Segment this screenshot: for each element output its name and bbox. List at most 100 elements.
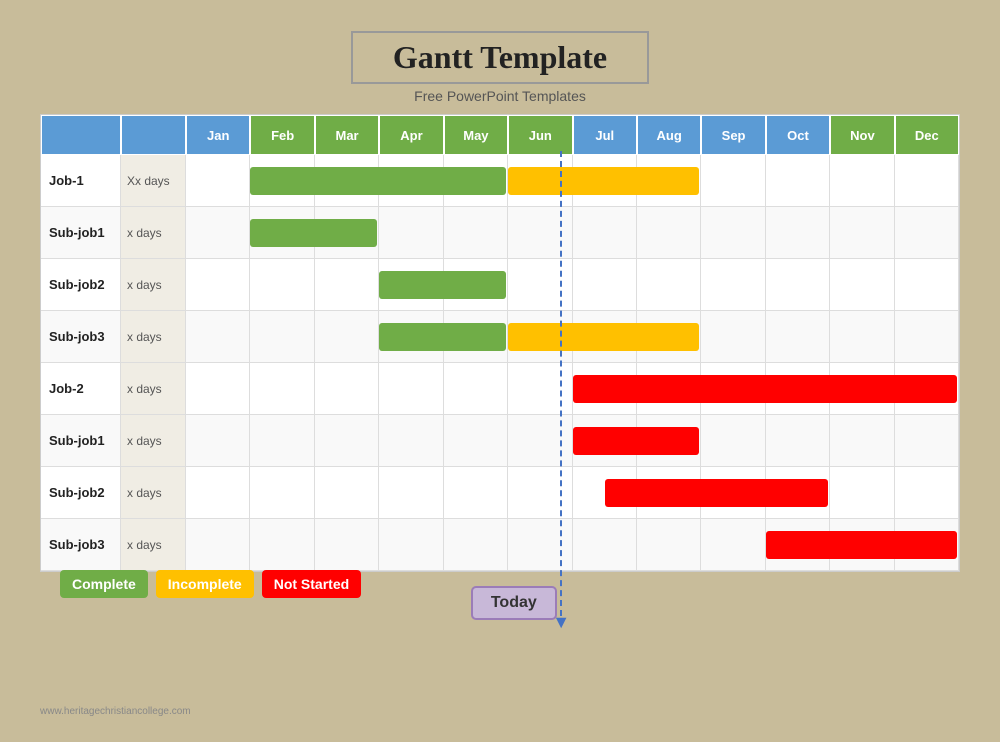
cell	[701, 519, 765, 570]
bar-job1-green	[250, 167, 506, 195]
header-jul: Jul	[573, 115, 637, 155]
header-jun: Jun	[508, 115, 572, 155]
cell	[701, 155, 765, 206]
row-label-subjob1b: Sub-job1	[41, 415, 121, 466]
cell	[637, 519, 701, 570]
row-label-subjob3b: Sub-job3	[41, 519, 121, 570]
cell	[186, 207, 250, 258]
cell	[766, 155, 830, 206]
header-days	[121, 115, 186, 155]
cell	[895, 259, 959, 310]
bar-subjob1a-green	[250, 219, 377, 247]
table-row: Sub-job3 x days	[41, 311, 959, 363]
cell	[315, 259, 379, 310]
cell	[637, 259, 701, 310]
bar-subjob3b-red	[766, 531, 957, 559]
header-mar: Mar	[315, 115, 379, 155]
cell	[766, 259, 830, 310]
cell	[701, 259, 765, 310]
row-label-subjob1a: Sub-job1	[41, 207, 121, 258]
cell	[186, 519, 250, 570]
cell	[379, 363, 443, 414]
cell	[379, 207, 443, 258]
row-label-subjob3a: Sub-job3	[41, 311, 121, 362]
cell	[315, 415, 379, 466]
header-label	[41, 115, 121, 155]
slide: Gantt Template Free PowerPoint Templates…	[20, 21, 980, 721]
cell	[830, 415, 894, 466]
legend-complete: Complete	[60, 570, 148, 598]
cell	[766, 207, 830, 258]
cell	[895, 311, 959, 362]
header-sep: Sep	[701, 115, 765, 155]
cell	[895, 467, 959, 518]
bar-subjob3a-green	[379, 323, 506, 351]
title: Gantt Template	[393, 39, 607, 75]
cell	[186, 415, 250, 466]
cell	[637, 207, 701, 258]
cell	[830, 467, 894, 518]
row-label-job2: Job-2	[41, 363, 121, 414]
header-nov: Nov	[830, 115, 894, 155]
gantt-chart: Jan Feb Mar Apr May Jun Jul Aug Sep Oct …	[40, 114, 960, 572]
cell	[186, 259, 250, 310]
cell	[766, 415, 830, 466]
cell	[444, 363, 508, 414]
row-label-job1: Job-1	[41, 155, 121, 206]
bar-subjob2a-green	[379, 271, 506, 299]
table-row: Sub-job2 x days	[41, 259, 959, 311]
cell	[250, 311, 314, 362]
cell	[250, 363, 314, 414]
legend-incomplete: Incomplete	[156, 570, 254, 598]
cell	[186, 363, 250, 414]
cell	[250, 519, 314, 570]
row-cells-job1	[186, 155, 959, 206]
cell	[379, 415, 443, 466]
cell	[444, 415, 508, 466]
cell	[508, 259, 572, 310]
header-apr: Apr	[379, 115, 443, 155]
cell	[508, 519, 572, 570]
cell	[830, 207, 894, 258]
cell	[186, 311, 250, 362]
row-cells-subjob1a	[186, 207, 959, 258]
cell	[315, 519, 379, 570]
cell	[895, 415, 959, 466]
cell	[895, 207, 959, 258]
title-box: Gantt Template	[351, 31, 649, 84]
table-row: Job-1 Xx days	[41, 155, 959, 207]
row-cells-job2	[186, 363, 959, 414]
cell	[830, 155, 894, 206]
cell	[444, 467, 508, 518]
cell	[766, 311, 830, 362]
cell	[508, 207, 572, 258]
row-cells-subjob1b	[186, 415, 959, 466]
cell	[701, 311, 765, 362]
cell	[701, 415, 765, 466]
table-row: Sub-job1 x days	[41, 207, 959, 259]
today-label: Today	[471, 586, 557, 620]
cell	[315, 363, 379, 414]
legend: Complete Incomplete Not Started	[60, 570, 361, 598]
header-aug: Aug	[637, 115, 701, 155]
row-cells-subjob3a	[186, 311, 959, 362]
table-row: Sub-job2 x days	[41, 467, 959, 519]
row-cells-subjob3b	[186, 519, 959, 570]
row-days-subjob1b: x days	[121, 415, 186, 466]
cell	[508, 467, 572, 518]
row-days-subjob1a: x days	[121, 207, 186, 258]
cell	[250, 259, 314, 310]
cell	[701, 207, 765, 258]
cell	[508, 363, 572, 414]
watermark: www.heritagechristiancollege.com	[40, 706, 191, 717]
cell	[250, 415, 314, 466]
header-feb: Feb	[250, 115, 314, 155]
subtitle: Free PowerPoint Templates	[414, 88, 586, 104]
cell	[186, 467, 250, 518]
row-days-job1: Xx days	[121, 155, 186, 206]
bar-subjob3a-yellow	[508, 323, 699, 351]
row-days-subjob2b: x days	[121, 467, 186, 518]
bar-job2-red	[573, 375, 958, 403]
cell	[830, 259, 894, 310]
cell	[444, 207, 508, 258]
